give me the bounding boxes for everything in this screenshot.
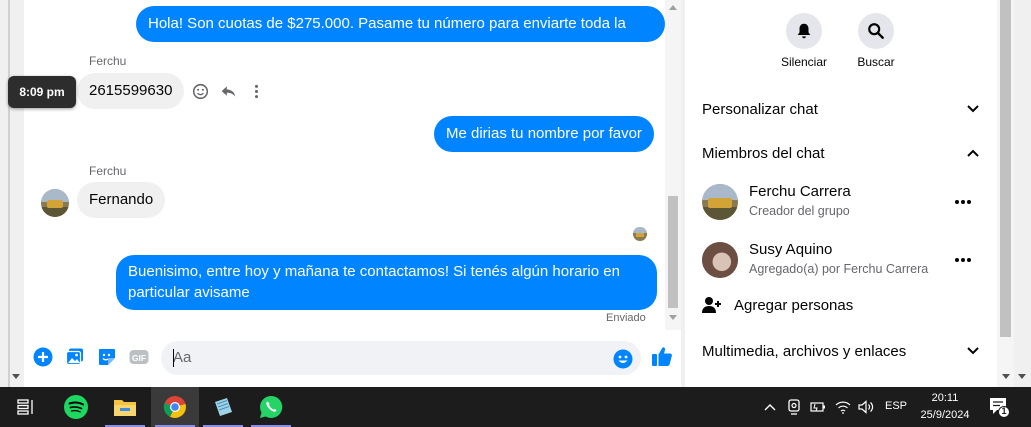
- reply-icon[interactable]: [219, 82, 237, 100]
- avatar: [702, 242, 738, 278]
- chat-info-panel: Silenciar Buscar Personalizar chat Miemb…: [685, 0, 997, 387]
- gif-icon[interactable]: GIF: [129, 347, 149, 367]
- search-button[interactable]: [858, 13, 894, 49]
- mute-button[interactable]: [786, 13, 822, 49]
- clock-time: 20:11: [931, 392, 959, 404]
- customize-chat-section[interactable]: Personalizar chat: [685, 89, 997, 129]
- chat-members-label: Miembros del chat: [702, 144, 825, 162]
- scroll-down-arrow[interactable]: [1002, 374, 1010, 379]
- member-role: Creador del grupo: [749, 204, 850, 218]
- message-outgoing[interactable]: Hola! Son cuotas de $275.000. Pasame tu …: [136, 6, 665, 68]
- bell-icon: [797, 23, 811, 39]
- file-explorer-icon[interactable]: [101, 387, 149, 427]
- message-list[interactable]: Hola! Son cuotas de $275.000. Pasame tu …: [24, 0, 665, 330]
- chevron-down-icon: [966, 102, 980, 116]
- volume-icon[interactable]: [856, 387, 876, 427]
- member-row[interactable]: Ferchu Carrera Creador del grupo: [685, 178, 997, 228]
- svg-text:GIF: GIF: [132, 353, 146, 363]
- search-label: Buscar: [857, 55, 895, 69]
- media-files-label: Multimedia, archivos y enlaces: [702, 342, 907, 360]
- message-outgoing[interactable]: Buenisimo, entre hoy y mañana te contact…: [116, 255, 657, 310]
- more-options-icon[interactable]: [953, 194, 973, 210]
- customize-chat-label: Personalizar chat: [702, 100, 818, 118]
- chat-pane: Hola! Son cuotas de $275.000. Pasame tu …: [24, 0, 681, 387]
- info-panel-scrollbar[interactable]: [997, 0, 1014, 387]
- message-status: Enviado: [606, 312, 646, 324]
- task-view-icon[interactable]: [2, 387, 50, 427]
- react-icon[interactable]: [191, 82, 209, 100]
- chrome-icon[interactable]: [151, 387, 199, 427]
- camera-icon[interactable]: [784, 387, 804, 427]
- chat-scrollbar[interactable]: [665, 0, 681, 330]
- sender-name: Ferchu: [89, 54, 127, 68]
- message-text: Buenisimo, entre hoy y mañana te contact…: [128, 263, 620, 301]
- photo-icon[interactable]: [65, 347, 85, 367]
- language-indicator[interactable]: ESP: [885, 400, 907, 412]
- scroll-down-arrow[interactable]: [1018, 374, 1026, 379]
- timestamp-tooltip: 8:09 pm: [8, 76, 76, 108]
- scroll-up-arrow[interactable]: [669, 5, 677, 10]
- wifi-icon[interactable]: [833, 387, 853, 427]
- message-input-placeholder: Aa: [173, 349, 192, 366]
- whatsapp-icon[interactable]: [247, 387, 295, 427]
- message-input[interactable]: Aa: [161, 341, 641, 375]
- windows-taskbar: ESP 20:11 25/9/2024 1: [0, 387, 1031, 427]
- clock-date: 25/9/2024: [920, 409, 970, 421]
- browser-scrollbar[interactable]: [1014, 0, 1031, 387]
- scroll-down-arrow[interactable]: [669, 315, 677, 320]
- scrollbar-thumb[interactable]: [668, 196, 678, 308]
- message-text: Hola! Son cuotas de $275.000. Pasame tu …: [148, 15, 626, 68]
- more-vertical-icon[interactable]: [247, 82, 265, 100]
- message-incoming[interactable]: Fernando: [77, 182, 166, 218]
- add-people-button[interactable]: Agregar personas: [702, 296, 853, 314]
- avatar[interactable]: [41, 189, 69, 217]
- browser-left-edge: [0, 0, 12, 387]
- message-incoming[interactable]: 2615599630: [77, 73, 185, 109]
- chevron-up-icon[interactable]: [760, 387, 780, 427]
- message-text: Fernando: [89, 191, 154, 208]
- message-text: Me dirias tu nombre por favor: [446, 125, 642, 142]
- chat-members-section[interactable]: Miembros del chat: [685, 133, 997, 173]
- message-composer: GIF Aa: [24, 336, 681, 380]
- add-person-icon: [702, 297, 721, 313]
- mute-label: Silenciar: [780, 55, 828, 69]
- member-name: Ferchu Carrera: [749, 183, 851, 200]
- sticker-icon[interactable]: [97, 347, 117, 367]
- scrollbar-thumb[interactable]: [1000, 0, 1011, 337]
- plus-circle-icon[interactable]: [33, 347, 53, 367]
- battery-icon[interactable]: [808, 387, 828, 427]
- sender-name: Ferchu: [89, 164, 127, 178]
- member-name: Susy Aquino: [749, 241, 833, 258]
- system-clock[interactable]: 20:11 25/9/2024: [915, 390, 975, 424]
- seen-receipt-avatar: [633, 227, 647, 241]
- media-files-section[interactable]: Multimedia, archivos y enlaces: [685, 331, 997, 371]
- chevron-down-icon: [966, 344, 980, 358]
- spotify-icon[interactable]: [52, 387, 100, 427]
- message-outgoing[interactable]: Me dirias tu nombre por favor: [434, 116, 654, 152]
- member-role: Agregado(a) por Ferchu Carrera: [749, 262, 929, 276]
- notification-count: 1: [1001, 406, 1007, 416]
- message-text: 2615599630: [89, 82, 173, 99]
- more-options-icon[interactable]: [953, 252, 973, 268]
- add-people-label: Agregar personas: [734, 296, 854, 314]
- chevron-up-icon: [966, 146, 980, 160]
- message-actions: [191, 82, 265, 100]
- thumbs-up-icon[interactable]: [651, 345, 673, 367]
- search-icon: [868, 23, 884, 39]
- notepad-icon[interactable]: [199, 387, 247, 427]
- page-scroll-down-arrow[interactable]: [12, 374, 20, 379]
- member-row[interactable]: Susy Aquino Agregado(a) por Ferchu Carre…: [685, 236, 997, 286]
- emoji-icon[interactable]: [613, 348, 633, 369]
- notifications-button[interactable]: 1: [988, 396, 1010, 418]
- avatar: [702, 184, 738, 220]
